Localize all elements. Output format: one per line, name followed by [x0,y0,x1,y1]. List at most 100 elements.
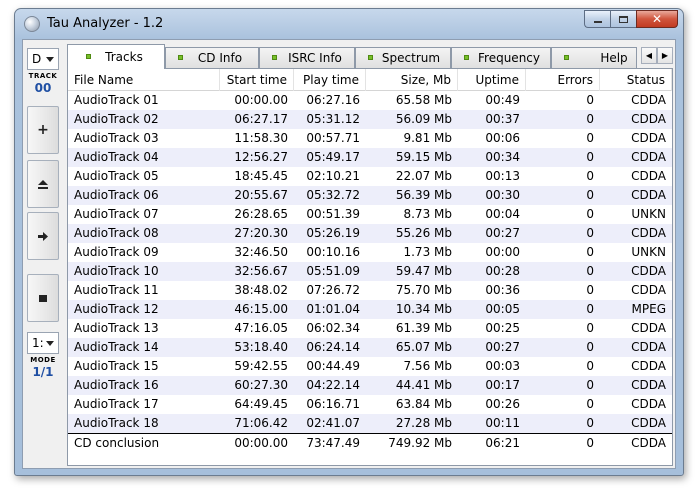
play-time-cell: 05:32.72 [306,188,360,202]
table-row[interactable]: AudioTrack 13 47:16.05 06:02.34 61.39 Mb 00:… [68,319,672,338]
tab-tracks[interactable]: Tracks [67,44,165,69]
table-row[interactable]: AudioTrack 07 26:28.65 00:51.39 8.73 Mb 00:0… [68,205,672,224]
file-name-cell: AudioTrack 09 [74,245,159,259]
tab-isrc-info[interactable]: ISRC Info [259,47,355,68]
tab-indicator-icon [86,54,91,59]
uptime-cell: 00:03 [485,359,520,373]
stop-button[interactable] [27,274,59,322]
add-button[interactable]: + [27,106,59,154]
column-header[interactable]: Start time [220,69,294,91]
drive-select[interactable]: D [27,48,59,70]
mode-select[interactable]: 1: [27,332,59,354]
status-cell: UNKN [631,207,666,221]
table-row[interactable]: AudioTrack 02 06:27.17 05:31.12 56.09 Mb 00:… [68,110,672,129]
play-time-cell: 00:51.39 [306,207,360,221]
plus-icon: + [37,122,49,138]
start-time-cell: 06:27.17 [234,112,288,126]
uptime-cell: 00:26 [485,397,520,411]
tab-help[interactable]: Help [551,47,637,68]
maximize-button[interactable] [610,10,636,28]
start-time-cell: 26:28.65 [234,207,288,221]
play-time-cell: 00:44.49 [306,359,360,373]
table-row[interactable]: AudioTrack 08 27:20.30 05:26.19 55.26 Mb 00:… [68,224,672,243]
size-cell: 56.39 Mb [395,188,452,202]
chevron-down-icon [46,57,54,62]
start-time-cell: 38:48.02 [234,283,288,297]
column-header[interactable]: Errors [526,69,600,91]
start-time-cell: 32:46.50 [234,245,288,259]
table-row[interactable]: AudioTrack 16 60:27.30 04:22.14 44.41 Mb 00:… [68,376,672,395]
start-time-cell: 27:20.30 [234,226,288,240]
tab-frequency[interactable]: Frequency [451,47,551,68]
table-row[interactable]: AudioTrack 01 00:00.00 06:27.16 65.58 Mb 00:… [68,91,672,110]
tab-cd-info[interactable]: CD Info [165,47,259,68]
minimize-button[interactable] [584,10,610,28]
column-header[interactable]: Play time [294,69,366,91]
table-row[interactable]: AudioTrack 10 32:56.67 05:51.09 59.47 Mb 00:… [68,262,672,281]
close-button[interactable]: ✕ [636,10,678,28]
play-time-cell: 05:49.17 [306,150,360,164]
table-row[interactable]: AudioTrack 17 64:49.45 06:16.71 63.84 Mb 00:… [68,395,672,414]
column-header[interactable]: Uptime [458,69,526,91]
table-row[interactable]: AudioTrack 03 11:58.30 00:57.71 9.81 Mb 00:0… [68,129,672,148]
summary-row[interactable]: CD conclusion 00:00.00 73:47.49 749.92 Mb 06… [68,433,672,452]
eject-icon [38,179,48,189]
errors-cell: 0 [586,436,594,450]
errors-cell: 0 [586,340,594,354]
window-controls: ✕ [584,10,678,28]
title-bar[interactable]: Tau Analyzer - 1.2 ✕ [15,9,683,39]
size-cell: 9.81 Mb [403,131,452,145]
tab-spectrum[interactable]: Spectrum [355,47,451,68]
file-name-cell: AudioTrack 08 [74,226,159,240]
table-row[interactable]: AudioTrack 12 46:15.00 01:01.04 10.34 Mb 00:… [68,300,672,319]
status-cell: CDDA [631,397,666,411]
next-button[interactable] [27,212,59,260]
column-header[interactable]: Status [600,69,672,91]
table-row[interactable]: AudioTrack 18 71:06.42 02:41.07 27.28 Mb 00:… [68,414,672,433]
start-time-cell: 46:15.00 [234,302,288,316]
table-row[interactable]: AudioTrack 09 32:46.50 00:10.16 1.73 Mb 00:0… [68,243,672,262]
status-cell: CDDA [631,416,666,430]
status-cell: CDDA [631,188,666,202]
errors-cell: 0 [586,207,594,221]
table-row[interactable]: AudioTrack 06 20:55.67 05:32.72 56.39 Mb 00:… [68,186,672,205]
column-header[interactable]: File Name [68,69,220,91]
uptime-cell: 00:30 [485,188,520,202]
table-row[interactable]: AudioTrack 15 59:42.55 00:44.49 7.56 Mb 00:0… [68,357,672,376]
column-header[interactable]: Size, Mb [366,69,458,91]
arrow-right-icon [38,231,48,241]
size-cell: 63.84 Mb [395,397,452,411]
errors-cell: 0 [586,169,594,183]
errors-cell: 0 [586,397,594,411]
table-row[interactable]: AudioTrack 11 38:48.02 07:26.72 75.70 Mb 00:… [68,281,672,300]
table-row[interactable]: AudioTrack 05 18:45.45 02:10.21 22.07 Mb 00:… [68,167,672,186]
status-cell: CDDA [631,378,666,392]
errors-cell: 0 [586,226,594,240]
start-time-cell: 00:00.00 [234,93,288,107]
size-cell: 59.15 Mb [395,150,452,164]
size-cell: 22.07 Mb [395,169,452,183]
tab-scroll-left-button[interactable]: ◀ [641,47,657,64]
start-time-cell: 64:49.45 [234,397,288,411]
errors-cell: 0 [586,416,594,430]
status-cell: CDDA [631,283,666,297]
errors-cell: 0 [586,359,594,373]
tab-indicator-icon [368,55,373,60]
start-time-cell: 20:55.67 [234,188,288,202]
tab-strip: Tracks CD Info ISRC Info Spectrum Freque… [67,44,673,69]
errors-cell: 0 [586,245,594,259]
errors-cell: 0 [586,131,594,145]
play-time-cell: 05:51.09 [306,264,360,278]
table-row[interactable]: AudioTrack 04 12:56.27 05:49.17 59.15 Mb 00:… [68,148,672,167]
table-body: AudioTrack 01 00:00.00 06:27.16 65.58 Mb 00:… [68,91,672,452]
play-time-cell: 73:47.49 [306,436,360,450]
eject-button[interactable] [27,160,59,208]
play-time-cell: 07:26.72 [306,283,360,297]
tab-label: Spectrum [381,51,441,65]
table-row[interactable]: AudioTrack 14 53:18.40 06:24.14 65.07 Mb 00:… [68,338,672,357]
file-name-cell: AudioTrack 04 [74,150,159,164]
mode-value: 1/1 [32,365,54,379]
tab-indicator-icon [272,55,277,60]
mode-label: MODE [30,356,56,364]
tab-scroll-right-button[interactable]: ▶ [657,47,673,64]
